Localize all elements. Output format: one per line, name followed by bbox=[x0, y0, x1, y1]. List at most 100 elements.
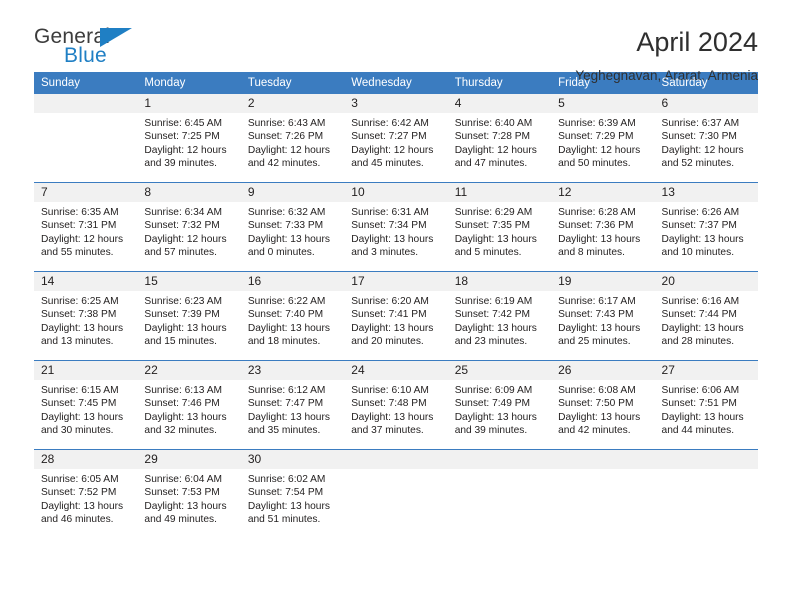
day-info: Sunrise: 6:15 AM Sunset: 7:45 PM Dayligh… bbox=[34, 380, 137, 438]
day-cell[interactable]: 9 Sunrise: 6:32 AM Sunset: 7:33 PM Dayli… bbox=[240, 182, 345, 272]
day-info: Sunrise: 6:25 AM Sunset: 7:38 PM Dayligh… bbox=[34, 291, 137, 349]
day-cell[interactable]: 12 Sunrise: 6:28 AM Sunset: 7:36 PM Dayl… bbox=[551, 182, 655, 272]
day-number: 16 bbox=[240, 272, 345, 291]
day-number: 22 bbox=[137, 361, 241, 380]
daylight-text: Daylight: 13 hours and 30 minutes. bbox=[41, 411, 124, 437]
page-header: General Blue April 2024 Yeghegnavan, Ara… bbox=[34, 0, 758, 83]
sunset-text: Sunset: 7:46 PM bbox=[144, 398, 220, 410]
day-number bbox=[344, 450, 448, 469]
calendar-week-row: 7 Sunrise: 6:35 AM Sunset: 7:31 PM Dayli… bbox=[34, 182, 758, 272]
daylight-text: Daylight: 13 hours and 18 minutes. bbox=[247, 322, 330, 348]
daylight-text: Daylight: 13 hours and 23 minutes. bbox=[454, 322, 537, 348]
title-block: April 2024 Yeghegnavan, Ararat, Armenia bbox=[575, 26, 758, 82]
weekday-header-monday: Monday bbox=[137, 72, 241, 94]
day-cell[interactable]: 10 Sunrise: 6:31 AM Sunset: 7:34 PM Dayl… bbox=[344, 182, 448, 272]
sunset-text: Sunset: 7:47 PM bbox=[247, 398, 324, 410]
day-cell[interactable]: 22 Sunrise: 6:13 AM Sunset: 7:46 PM Dayl… bbox=[137, 360, 241, 450]
day-info: Sunrise: 6:32 AM Sunset: 7:33 PM Dayligh… bbox=[241, 202, 344, 260]
day-cell[interactable]: 2 Sunrise: 6:43 AM Sunset: 7:26 PM Dayli… bbox=[240, 94, 345, 183]
day-number: 20 bbox=[654, 272, 758, 291]
day-cell[interactable]: 20 Sunrise: 6:16 AM Sunset: 7:44 PM Dayl… bbox=[654, 271, 758, 361]
day-info: Sunrise: 6:26 AM Sunset: 7:37 PM Dayligh… bbox=[655, 202, 758, 260]
daylight-text: Daylight: 13 hours and 46 minutes. bbox=[41, 500, 124, 526]
day-info: Sunrise: 6:08 AM Sunset: 7:50 PM Dayligh… bbox=[551, 380, 654, 438]
day-cell[interactable]: 17 Sunrise: 6:20 AM Sunset: 7:41 PM Dayl… bbox=[344, 271, 448, 361]
general-blue-logo: General Blue bbox=[34, 26, 140, 72]
sunrise-text: Sunrise: 6:22 AM bbox=[247, 296, 326, 307]
day-number: 5 bbox=[551, 94, 655, 113]
day-cell[interactable]: 4 Sunrise: 6:40 AM Sunset: 7:28 PM Dayli… bbox=[447, 94, 552, 183]
sunrise-text: Sunrise: 6:10 AM bbox=[351, 385, 429, 396]
logo-text-blue: Blue bbox=[64, 44, 107, 67]
daylight-text: Daylight: 13 hours and 0 minutes. bbox=[247, 233, 330, 259]
day-cell-empty bbox=[34, 94, 138, 183]
day-cell[interactable]: 24 Sunrise: 6:10 AM Sunset: 7:48 PM Dayl… bbox=[344, 360, 448, 450]
day-number: 4 bbox=[447, 94, 552, 113]
day-cell[interactable]: 18 Sunrise: 6:19 AM Sunset: 7:42 PM Dayl… bbox=[447, 271, 552, 361]
daylight-text: Daylight: 13 hours and 15 minutes. bbox=[144, 322, 227, 348]
sunrise-text: Sunrise: 6:31 AM bbox=[351, 207, 429, 218]
calendar-week-row: 21 Sunrise: 6:15 AM Sunset: 7:45 PM Dayl… bbox=[34, 360, 758, 450]
day-cell[interactable]: 29 Sunrise: 6:04 AM Sunset: 7:53 PM Dayl… bbox=[137, 449, 241, 538]
day-number: 19 bbox=[551, 272, 655, 291]
sunrise-text: Sunrise: 6:40 AM bbox=[454, 118, 533, 129]
day-cell[interactable]: 5 Sunrise: 6:39 AM Sunset: 7:29 PM Dayli… bbox=[551, 94, 655, 183]
sunrise-text: Sunrise: 6:35 AM bbox=[41, 207, 119, 218]
sunrise-text: Sunrise: 6:05 AM bbox=[41, 474, 119, 485]
day-cell[interactable]: 21 Sunrise: 6:15 AM Sunset: 7:45 PM Dayl… bbox=[34, 360, 138, 450]
daylight-text: Daylight: 13 hours and 20 minutes. bbox=[351, 322, 434, 348]
day-info: Sunrise: 6:02 AM Sunset: 7:54 PM Dayligh… bbox=[241, 469, 344, 527]
day-info: Sunrise: 6:16 AM Sunset: 7:44 PM Dayligh… bbox=[655, 291, 758, 349]
day-info: Sunrise: 6:42 AM Sunset: 7:27 PM Dayligh… bbox=[344, 113, 447, 171]
day-cell[interactable]: 13 Sunrise: 6:26 AM Sunset: 7:37 PM Dayl… bbox=[654, 182, 758, 272]
day-cell[interactable]: 15 Sunrise: 6:23 AM Sunset: 7:39 PM Dayl… bbox=[137, 271, 241, 361]
day-cell[interactable]: 19 Sunrise: 6:17 AM Sunset: 7:43 PM Dayl… bbox=[551, 271, 655, 361]
daylight-text: Daylight: 13 hours and 51 minutes. bbox=[247, 500, 330, 526]
day-cell[interactable]: 30 Sunrise: 6:02 AM Sunset: 7:54 PM Dayl… bbox=[240, 449, 345, 538]
day-number: 18 bbox=[447, 272, 552, 291]
sunrise-text: Sunrise: 6:17 AM bbox=[558, 296, 636, 307]
sunrise-text: Sunrise: 6:28 AM bbox=[558, 207, 636, 218]
calendar-body: 1 Sunrise: 6:45 AM Sunset: 7:25 PM Dayli… bbox=[34, 94, 758, 538]
daylight-text: Daylight: 13 hours and 39 minutes. bbox=[454, 411, 537, 437]
sunset-text: Sunset: 7:43 PM bbox=[558, 309, 634, 321]
daylight-text: Daylight: 13 hours and 10 minutes. bbox=[661, 233, 744, 259]
daylight-text: Daylight: 12 hours and 57 minutes. bbox=[144, 233, 227, 259]
day-cell[interactable]: 16 Sunrise: 6:22 AM Sunset: 7:40 PM Dayl… bbox=[240, 271, 345, 361]
day-cell[interactable]: 14 Sunrise: 6:25 AM Sunset: 7:38 PM Dayl… bbox=[34, 271, 138, 361]
day-cell-empty bbox=[654, 449, 758, 538]
day-cell[interactable]: 8 Sunrise: 6:34 AM Sunset: 7:32 PM Dayli… bbox=[137, 182, 241, 272]
sunset-text: Sunset: 7:25 PM bbox=[144, 131, 220, 143]
sunset-text: Sunset: 7:27 PM bbox=[351, 131, 427, 143]
sunset-text: Sunset: 7:53 PM bbox=[144, 487, 220, 499]
day-cell-empty bbox=[344, 449, 448, 538]
day-number bbox=[447, 450, 552, 469]
day-number: 2 bbox=[240, 94, 345, 113]
day-number: 3 bbox=[344, 94, 448, 113]
sunset-text: Sunset: 7:26 PM bbox=[247, 131, 324, 143]
day-cell[interactable]: 23 Sunrise: 6:12 AM Sunset: 7:47 PM Dayl… bbox=[240, 360, 345, 450]
day-number: 26 bbox=[551, 361, 655, 380]
page-title: April 2024 bbox=[636, 27, 758, 57]
day-cell[interactable]: 26 Sunrise: 6:08 AM Sunset: 7:50 PM Dayl… bbox=[551, 360, 655, 450]
day-cell[interactable]: 27 Sunrise: 6:06 AM Sunset: 7:51 PM Dayl… bbox=[654, 360, 758, 450]
day-info: Sunrise: 6:37 AM Sunset: 7:30 PM Dayligh… bbox=[655, 113, 758, 171]
day-cell[interactable]: 25 Sunrise: 6:09 AM Sunset: 7:49 PM Dayl… bbox=[447, 360, 552, 450]
day-info: Sunrise: 6:12 AM Sunset: 7:47 PM Dayligh… bbox=[241, 380, 344, 438]
day-info: Sunrise: 6:19 AM Sunset: 7:42 PM Dayligh… bbox=[448, 291, 551, 349]
day-cell[interactable]: 7 Sunrise: 6:35 AM Sunset: 7:31 PM Dayli… bbox=[34, 182, 138, 272]
day-cell[interactable]: 11 Sunrise: 6:29 AM Sunset: 7:35 PM Dayl… bbox=[447, 182, 552, 272]
day-info: Sunrise: 6:40 AM Sunset: 7:28 PM Dayligh… bbox=[448, 113, 551, 171]
day-cell[interactable]: 28 Sunrise: 6:05 AM Sunset: 7:52 PM Dayl… bbox=[34, 449, 138, 538]
day-number: 1 bbox=[137, 94, 241, 113]
sunset-text: Sunset: 7:51 PM bbox=[661, 398, 737, 410]
day-cell[interactable]: 6 Sunrise: 6:37 AM Sunset: 7:30 PM Dayli… bbox=[654, 94, 758, 183]
day-cell[interactable]: 1 Sunrise: 6:45 AM Sunset: 7:25 PM Dayli… bbox=[137, 94, 241, 183]
weekday-header-sunday: Sunday bbox=[34, 72, 138, 94]
day-info: Sunrise: 6:29 AM Sunset: 7:35 PM Dayligh… bbox=[448, 202, 551, 260]
sunrise-text: Sunrise: 6:15 AM bbox=[41, 385, 119, 396]
day-cell[interactable]: 3 Sunrise: 6:42 AM Sunset: 7:27 PM Dayli… bbox=[344, 94, 448, 183]
daylight-text: Daylight: 12 hours and 52 minutes. bbox=[661, 144, 744, 170]
calendar-week-row: 14 Sunrise: 6:25 AM Sunset: 7:38 PM Dayl… bbox=[34, 271, 758, 361]
daylight-text: Daylight: 12 hours and 45 minutes. bbox=[351, 144, 434, 170]
